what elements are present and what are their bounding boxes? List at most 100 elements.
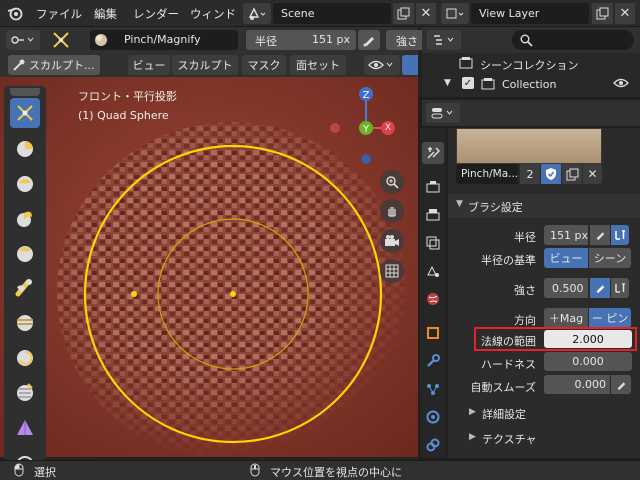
view-name: フロント・平行投影	[78, 90, 177, 103]
menu-window[interactable]: ウィンド	[190, 6, 236, 22]
radius-pressure-icon[interactable]	[590, 225, 610, 245]
mode-selector[interactable]: スカルプト...	[8, 55, 100, 75]
gizmo-z-label: Z	[363, 90, 370, 101]
tool-settings-button[interactable]	[6, 30, 40, 50]
tab-world[interactable]	[422, 288, 444, 310]
status-center-view: マウス位置を視点の中心に	[270, 466, 402, 479]
tool-pinch[interactable]	[10, 98, 40, 128]
copy-view-layer-icon[interactable]	[592, 3, 613, 24]
pan-hand-icon[interactable]	[380, 199, 404, 223]
direction-pinch-option[interactable]: ー ピン	[589, 308, 631, 328]
radius-unit-view-option[interactable]: ビュー	[544, 248, 588, 268]
pinch-tool-icon[interactable]	[48, 29, 74, 51]
collection-label[interactable]: Collection	[502, 78, 556, 91]
tab-output[interactable]	[422, 204, 444, 226]
brush-thumbnail-icon[interactable]	[90, 30, 112, 50]
direction-magnify-option[interactable]: ＋Mag	[544, 308, 588, 328]
camera-icon[interactable]	[380, 229, 404, 253]
brush-user-count[interactable]: 2	[520, 164, 540, 184]
menu-face-sets[interactable]: 面セット	[290, 55, 346, 75]
strength-pressure-icon[interactable]	[590, 278, 610, 298]
menu-view-label: ビュー	[132, 59, 166, 72]
strength-unified-icon[interactable]	[611, 278, 629, 298]
copy-scene-icon[interactable]	[393, 3, 414, 24]
radius-unit-icon[interactable]	[611, 225, 629, 245]
dir-mag-label: ＋Mag	[548, 312, 584, 325]
tab-modifiers[interactable]	[422, 350, 444, 372]
view-layer-type-button[interactable]	[441, 3, 469, 24]
tool-pose[interactable]	[10, 273, 40, 303]
tool-nudge[interactable]	[10, 308, 40, 338]
tab-tool[interactable]	[422, 142, 444, 164]
scene-icon	[248, 6, 266, 20]
collection-checkbox[interactable]: ✓	[462, 77, 474, 89]
object-tab-icon	[427, 327, 439, 339]
duplicate-brush-icon[interactable]	[562, 164, 582, 184]
autosmooth-pressure-icon[interactable]	[611, 375, 631, 394]
close-view-layer-icon[interactable]: ✕	[615, 3, 635, 24]
menu-edit[interactable]: 編集	[94, 6, 117, 22]
grid-icon[interactable]	[380, 259, 404, 283]
world-tab-icon	[427, 293, 439, 305]
fake-user-shield-icon[interactable]	[541, 164, 561, 184]
tab-physics[interactable]	[422, 406, 444, 428]
properties-type-button[interactable]	[426, 103, 460, 123]
tool-boundary[interactable]	[10, 413, 40, 443]
nudge-icon	[17, 315, 33, 331]
menu-sculpt-label: スカルプト	[177, 59, 233, 72]
view-layer-tab-icon	[426, 236, 440, 250]
zoom-icon[interactable]	[380, 170, 404, 194]
outliner-type-button[interactable]	[427, 30, 461, 50]
menu-render[interactable]: レンダー	[133, 6, 179, 22]
radius-unit-scene-option[interactable]: シーン	[589, 248, 631, 268]
visibility-button[interactable]	[364, 55, 400, 75]
gizmo-y-label: Y	[362, 124, 370, 135]
normal-radius-value: 2.000	[572, 333, 604, 346]
toolbar-tool-top[interactable]	[10, 88, 40, 96]
tool-thumb[interactable]	[10, 238, 40, 268]
tool-grab[interactable]	[10, 133, 40, 163]
texture-subpanel[interactable]: テクスチャ	[482, 431, 537, 447]
brush-preview[interactable]	[456, 128, 602, 164]
tab-constraints[interactable]	[422, 434, 444, 456]
autosmooth-label: 自動スムーズ	[470, 381, 536, 394]
close-scene-icon[interactable]: ✕	[416, 3, 436, 24]
menu-mask-label: マスク	[247, 59, 281, 72]
gizmo-x-axis[interactable]: X	[381, 121, 395, 135]
pinch-icon	[17, 105, 33, 121]
collection-expand-icon[interactable]: ▼	[444, 78, 451, 88]
scene-collection-label[interactable]: シーンコレクション	[480, 57, 578, 73]
thumb-icon	[17, 246, 33, 262]
header-strength-label: 強さ	[396, 35, 418, 48]
tool-snake-hook[interactable]	[10, 203, 40, 233]
tab-render[interactable]	[422, 176, 444, 198]
advanced-subpanel[interactable]: 詳細設定	[482, 406, 526, 422]
tab-particles[interactable]	[422, 378, 444, 400]
tab-view-layer[interactable]	[422, 232, 444, 254]
strength-value: 0.500	[552, 282, 584, 295]
collection-visibility-eye-icon[interactable]	[612, 75, 630, 91]
tab-object[interactable]	[422, 322, 444, 344]
scene-type-button[interactable]	[243, 3, 271, 24]
tab-scene[interactable]	[422, 260, 444, 282]
tool-slide-relax[interactable]	[10, 378, 40, 408]
tool-settings-icon	[11, 36, 34, 44]
menu-sculpt[interactable]: スカルプト	[172, 55, 238, 75]
scene-name: Scene	[281, 7, 315, 20]
menu-file[interactable]: ファイル	[36, 6, 82, 22]
tool-rotate[interactable]	[10, 343, 40, 373]
viewport-shading-button[interactable]	[402, 55, 418, 75]
header-radius-value: 151 px	[312, 33, 350, 46]
brush-name: Pinch/Magnify	[124, 33, 201, 46]
tool-elastic[interactable]	[10, 168, 40, 198]
advanced-chevron-icon: ▶	[469, 407, 476, 417]
menu-mask[interactable]: マスク	[242, 55, 286, 75]
status-select: 選択	[34, 466, 56, 479]
properties-icon	[431, 108, 453, 119]
blender-logo-icon[interactable]	[6, 4, 24, 22]
search-icon	[518, 32, 534, 48]
pressure-pen-icon[interactable]	[358, 30, 380, 50]
unlink-brush-icon[interactable]: ✕	[583, 164, 602, 184]
rotate-icon	[17, 350, 33, 366]
menu-view[interactable]: ビュー	[128, 55, 170, 75]
